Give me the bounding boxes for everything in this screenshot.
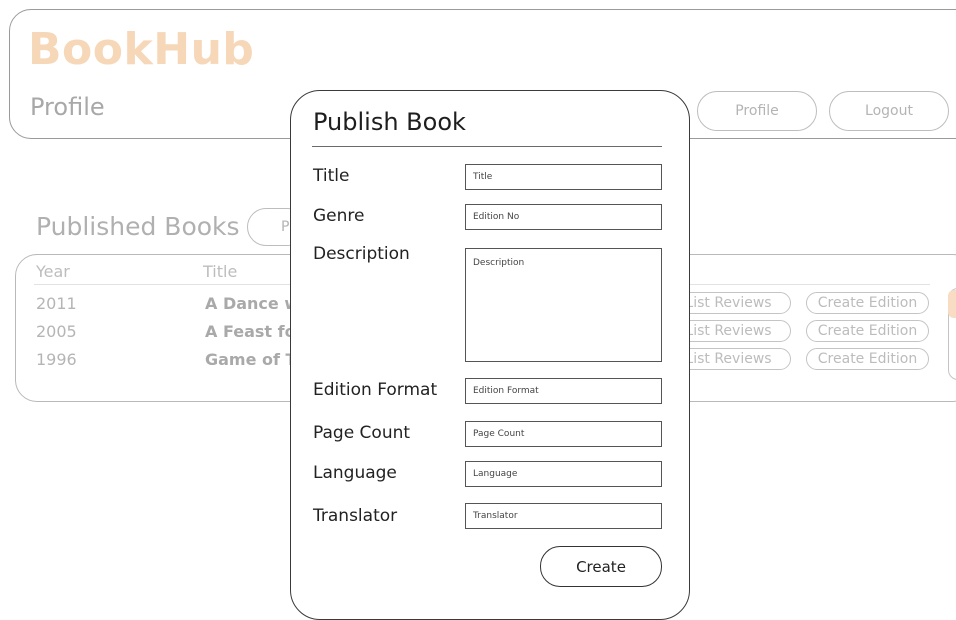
column-header-title: Title [203,262,238,281]
row-title[interactable]: A Feast fo [205,322,296,341]
profile-nav-button[interactable]: Profile [697,91,817,131]
row-year: 2011 [36,294,77,313]
row-year: 2005 [36,322,77,341]
description-textarea[interactable]: Description [465,248,662,362]
edition-format-label: Edition Format [313,380,438,400]
side-panel-accent [948,290,956,318]
page-subtitle: Profile [30,93,105,121]
modal-title-divider [312,146,662,147]
create-edition-button[interactable]: Create Edition [806,292,929,314]
published-books-title: Published Books [36,212,240,241]
create-edition-button[interactable]: Create Edition [806,348,929,370]
translator-input[interactable]: Translator [465,503,662,529]
translator-label: Translator [313,506,398,526]
language-input[interactable]: Language [465,461,662,487]
page-count-input[interactable]: Page Count [465,421,662,447]
logout-button[interactable]: Logout [829,91,949,131]
genre-input[interactable]: Edition No [465,204,662,230]
brand-logo: BookHub [28,24,255,75]
create-button[interactable]: Create [540,546,662,587]
language-label: Language [313,463,397,483]
modal-title: Publish Book [313,108,466,136]
edition-format-input[interactable]: Edition Format [465,378,662,404]
row-title[interactable]: Game of T [205,350,296,369]
row-year: 1996 [36,350,77,369]
description-label: Description [313,244,410,264]
genre-label: Genre [313,206,365,226]
title-label: Title [313,166,350,186]
create-edition-button[interactable]: Create Edition [806,320,929,342]
page-count-label: Page Count [313,423,411,443]
title-input[interactable]: Title [465,164,662,190]
column-header-year: Year [36,262,70,281]
row-title[interactable]: A Dance w [205,294,299,313]
